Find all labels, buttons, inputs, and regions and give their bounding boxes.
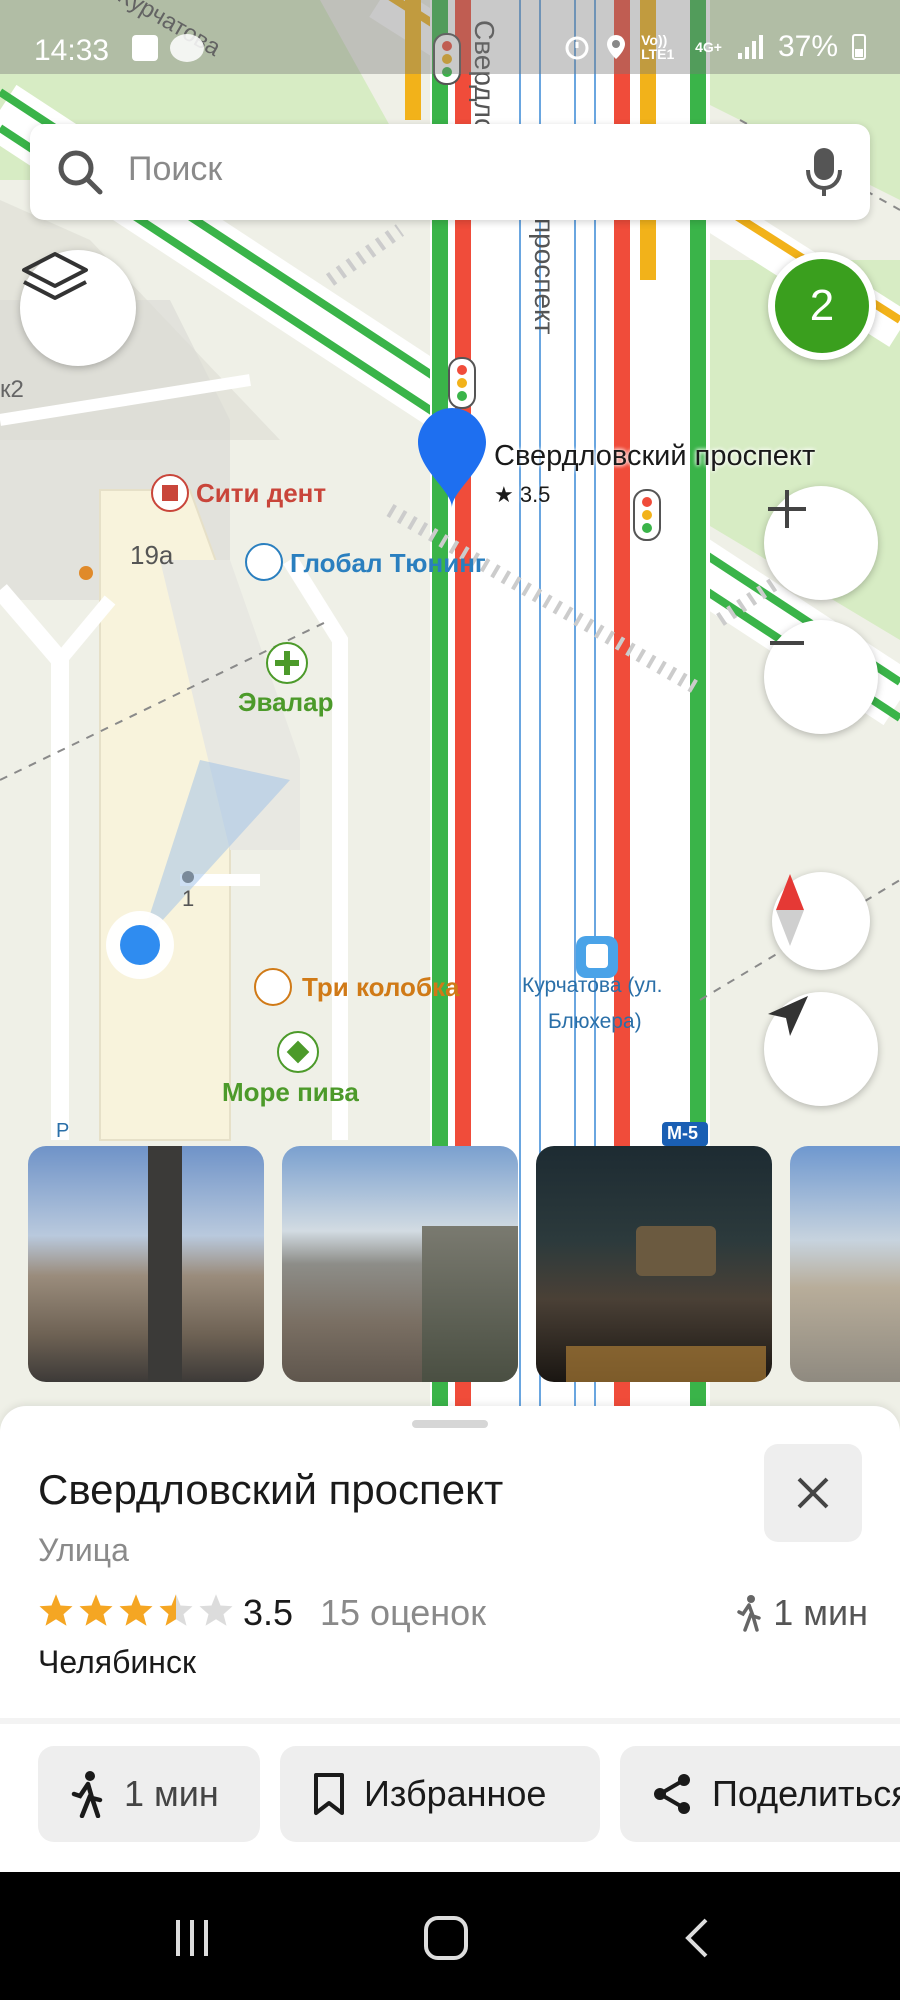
place-photo[interactable]	[28, 1146, 264, 1382]
marker-rating: ★ 3.5	[494, 482, 551, 507]
traffic-light-icon	[448, 357, 476, 409]
place-photo[interactable]	[790, 1146, 900, 1382]
close-icon	[797, 1477, 829, 1509]
layers-icon	[22, 252, 88, 300]
action-bar: 1 мин Избранное Поделиться	[0, 1724, 900, 1872]
poi-tri-koloboka[interactable]: Три колобка	[302, 972, 459, 1003]
my-location-button[interactable]	[764, 992, 878, 1106]
home-icon[interactable]	[422, 1916, 470, 1960]
checkbox-notification-icon	[132, 35, 158, 61]
star-icon	[79, 1594, 113, 1626]
status-time: 14:33	[34, 34, 110, 67]
rating-row: 3.5 15 оценок 1 мин	[38, 1586, 868, 1636]
status-bar: 14:33 Vo)) LTE1 4G+ 37%	[0, 0, 900, 74]
microphone-icon[interactable]	[802, 146, 846, 198]
network-label: 4G+	[695, 39, 722, 55]
tram-stop-label[interactable]: Блюхера)	[548, 1010, 642, 1034]
place-city: Челябинск	[38, 1644, 196, 1680]
signal-icon	[737, 35, 763, 59]
cluster-count: 2	[775, 259, 869, 353]
rating-count[interactable]: 15 оценок	[320, 1592, 486, 1634]
navigation-arrow-icon	[768, 996, 808, 1036]
cluster-count-badge[interactable]: 2	[768, 252, 876, 360]
tram-stop-label[interactable]: Курчатова (ул.	[522, 974, 663, 998]
plus-icon	[768, 490, 806, 528]
close-button[interactable]	[764, 1444, 862, 1542]
route-button[interactable]: 1 мин	[38, 1746, 260, 1842]
battery-icon	[852, 34, 866, 60]
photo-carousel[interactable]	[0, 1146, 900, 1382]
wear-icon	[170, 34, 204, 62]
place-title: Свердловский проспект	[38, 1466, 504, 1513]
poi-evalar[interactable]: Эвалар	[238, 687, 333, 718]
favorite-button[interactable]: Избранное	[280, 1746, 600, 1842]
minus-icon	[770, 641, 804, 645]
parking-label: P	[56, 1120, 70, 1142]
share-icon	[654, 1774, 690, 1814]
road-badge: М-5	[667, 1123, 698, 1143]
system-nav-bar	[0, 1872, 900, 2000]
walking-icon	[737, 1595, 761, 1632]
recent-apps-icon[interactable]	[170, 1916, 214, 1960]
poi-more-piva[interactable]: Море пива	[222, 1077, 359, 1108]
traffic-light-icon	[633, 489, 661, 541]
star-icon	[119, 1594, 153, 1626]
marker-title[interactable]: Свердловский проспект	[494, 440, 815, 473]
route-button-label: 1 мин	[124, 1773, 219, 1814]
sheet-handle[interactable]	[412, 1420, 488, 1428]
walk-time: 1 мин	[733, 1592, 868, 1634]
walk-time-label: 1 мин	[773, 1592, 868, 1633]
alarm-icon	[565, 36, 589, 60]
search-icon	[58, 150, 103, 195]
search-bar[interactable]: Поиск	[30, 124, 870, 220]
battery-percent: 37%	[777, 30, 838, 63]
bookmark-icon	[314, 1773, 344, 1815]
search-placeholder: Поиск	[128, 150, 223, 188]
share-button[interactable]: Поделиться	[620, 1746, 900, 1842]
poi-global-tuning[interactable]: Глобал Тюнинг	[290, 548, 486, 579]
layers-button[interactable]	[20, 250, 136, 366]
share-button-label: Поделиться	[712, 1773, 900, 1814]
rating-value: 3.5	[243, 1592, 294, 1633]
star-icon	[199, 1594, 233, 1626]
rating-stars	[38, 1592, 234, 1628]
favorite-button-label: Избранное	[364, 1773, 547, 1814]
volte-label: Vo)) LTE1	[641, 32, 675, 62]
zoom-out-button[interactable]	[764, 620, 878, 734]
place-photo[interactable]	[536, 1146, 772, 1382]
house-number: 19а	[130, 540, 174, 570]
zoom-in-button[interactable]	[764, 486, 878, 600]
compass-icon	[776, 874, 804, 946]
walking-icon	[71, 1771, 103, 1818]
place-photo[interactable]	[282, 1146, 518, 1382]
star-icon	[39, 1594, 73, 1626]
poi-siti-dent[interactable]: Сити дент	[196, 478, 326, 509]
place-card[interactable]: Свердловский проспект Улица 3.5 15 оцено…	[0, 1406, 900, 1730]
star-icon	[159, 1594, 193, 1626]
street-label: проспект	[529, 218, 560, 335]
place-category: Улица	[38, 1532, 129, 1568]
compass-button[interactable]	[772, 872, 870, 970]
back-icon[interactable]	[680, 1916, 712, 1960]
house-number: 1	[182, 886, 195, 911]
location-icon	[607, 35, 626, 59]
house-number: к2	[0, 376, 24, 403]
